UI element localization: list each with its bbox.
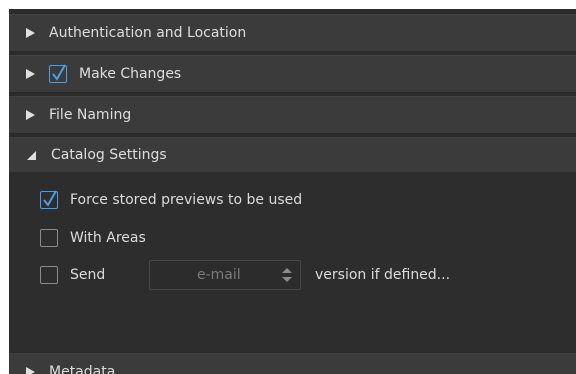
section-metadata-label: Metadata bbox=[49, 364, 116, 374]
with-areas-checkbox[interactable] bbox=[40, 229, 58, 247]
triangle-right-icon bbox=[25, 68, 37, 80]
section-make-changes[interactable]: Make Changes bbox=[9, 55, 576, 93]
make-changes-checkbox[interactable] bbox=[49, 64, 67, 83]
section-metadata[interactable]: Metadata bbox=[9, 353, 576, 374]
triangle-down-icon bbox=[27, 149, 39, 161]
force-previews-label: Force stored previews to be used bbox=[70, 192, 303, 208]
checkmark-icon bbox=[52, 64, 66, 81]
send-checkbox[interactable] bbox=[40, 266, 58, 284]
send-suffix-text: version if defined... bbox=[315, 267, 451, 283]
with-areas-label: With Areas bbox=[70, 230, 146, 246]
force-previews-checkbox[interactable] bbox=[40, 190, 58, 209]
section-make-changes-label: Make Changes bbox=[79, 66, 182, 82]
checkmark-icon bbox=[43, 190, 57, 207]
send-label: Send bbox=[70, 267, 106, 283]
section-auth-location[interactable]: Authentication and Location bbox=[9, 14, 576, 52]
triangle-right-icon bbox=[25, 109, 37, 121]
settings-panel: Authentication and Location Make Changes… bbox=[9, 9, 576, 374]
section-catalog-settings[interactable]: Catalog Settings bbox=[9, 137, 576, 173]
section-auth-location-label: Authentication and Location bbox=[49, 25, 247, 41]
send-format-value: e-mail bbox=[197, 267, 241, 283]
force-previews-option[interactable]: Force stored previews to be used bbox=[40, 190, 303, 209]
up-down-arrows-icon bbox=[282, 268, 292, 282]
section-file-naming-label: File Naming bbox=[49, 107, 132, 123]
triangle-right-icon bbox=[25, 366, 37, 374]
section-file-naming[interactable]: File Naming bbox=[9, 96, 576, 134]
with-areas-option[interactable]: With Areas bbox=[40, 229, 146, 247]
triangle-right-icon bbox=[25, 27, 37, 39]
section-catalog-settings-label: Catalog Settings bbox=[51, 147, 167, 163]
send-format-select[interactable]: e-mail bbox=[149, 260, 301, 290]
send-option[interactable]: Send bbox=[40, 266, 105, 284]
